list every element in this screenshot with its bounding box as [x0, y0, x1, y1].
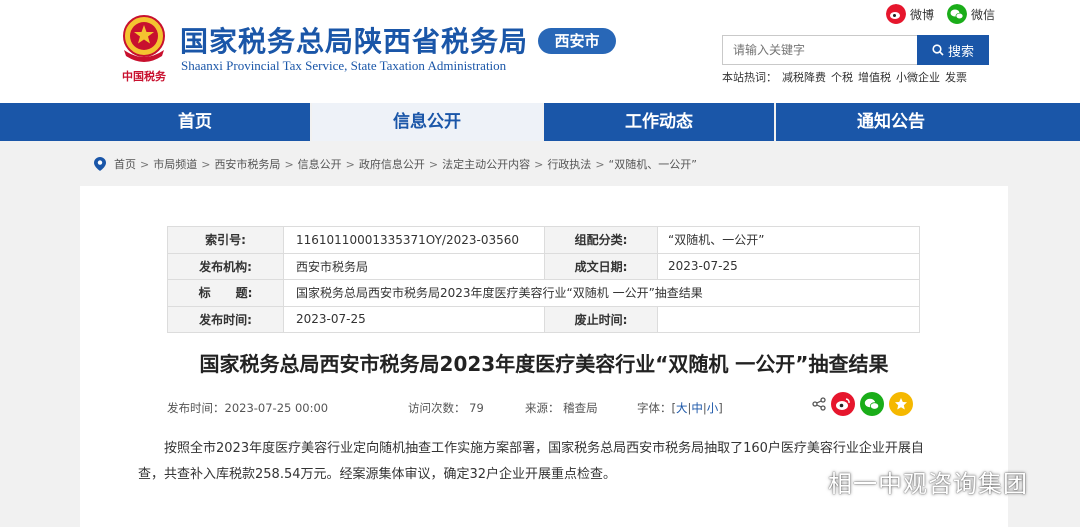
org-value: 西安市税务局: [283, 252, 545, 280]
date-value: 2023-07-25: [657, 252, 920, 280]
share-weibo-button[interactable]: [831, 392, 855, 416]
main-nav: 首页 信息公开 工作动态 通知公告: [0, 103, 1080, 141]
breadcrumb-item-current[interactable]: “双随机、一公开”: [609, 156, 697, 172]
index-value: 11610110001335371OY/2023-03560: [283, 226, 545, 254]
hotword-link[interactable]: 减税降费: [782, 69, 826, 85]
search-button[interactable]: 搜索: [917, 35, 989, 65]
search-icon: [932, 44, 944, 56]
nav-item-work-news[interactable]: 工作动态: [544, 103, 774, 141]
expire-label: 废止时间:: [544, 305, 658, 333]
breadcrumb-item[interactable]: 信息公开: [298, 156, 342, 172]
breadcrumb-item[interactable]: 首页: [114, 156, 136, 172]
breadcrumb-item[interactable]: 行政执法: [547, 156, 591, 172]
breadcrumb-item[interactable]: 西安市税务局: [214, 156, 280, 172]
search-input[interactable]: [722, 35, 918, 65]
pub-label: 发布时间:: [167, 305, 284, 333]
site-header: 中国税务 国家税务总局陕西省税务局 Shaanxi Provincial Tax…: [0, 0, 1080, 103]
breadcrumb: 首页 > 市局频道 > 西安市税务局 > 信息公开 > 政府信息公开 > 法定主动公开内容…: [94, 156, 697, 172]
index-label: 索引号:: [167, 226, 284, 254]
hotword-link[interactable]: 个税: [831, 69, 853, 85]
font-label: 字体：: [637, 401, 672, 415]
hotword-link[interactable]: 发票: [945, 69, 967, 85]
svg-text:中国税务: 中国税务: [122, 69, 167, 83]
table-row: 发布机构: 西安市税务局 成文日期: 2023-07-25: [167, 252, 920, 280]
metadata-table: 索引号: 11610110001335371OY/2023-03560 组配分类…: [167, 226, 920, 333]
category-label: 组配分类:: [544, 226, 658, 254]
breadcrumb-separator: >: [284, 157, 294, 171]
breadcrumb-separator: >: [345, 157, 355, 171]
nav-item-info-disclosure[interactable]: 信息公开: [312, 103, 542, 141]
title-label: 标 题:: [167, 279, 284, 307]
favorite-button[interactable]: [889, 392, 913, 416]
breadcrumb-separator: >: [201, 157, 211, 171]
hotword-link[interactable]: 小微企业: [896, 69, 940, 85]
weibo-icon: [886, 4, 906, 24]
share-bar: [812, 392, 913, 416]
tax-emblem-logo[interactable]: 中国税务: [116, 10, 172, 86]
table-row: 标 题: 国家税务总局西安市税务局2023年度医疗美容行业“双随机 一公开”抽查…: [167, 279, 920, 307]
font-large-button[interactable]: 大: [676, 401, 688, 415]
city-badge[interactable]: 西安市: [538, 28, 616, 54]
site-title: 国家税务总局陕西省税务局: [180, 25, 529, 58]
breadcrumb-item[interactable]: 市局频道: [153, 156, 197, 172]
watermark-text: 相一中观咨询集团: [828, 470, 1028, 498]
breadcrumb-item[interactable]: 政府信息公开: [359, 156, 425, 172]
breadcrumb-separator: >: [428, 157, 439, 171]
nav-item-notices[interactable]: 通知公告: [776, 103, 1006, 141]
weixin-label: 微信: [971, 7, 996, 22]
date-label: 成文日期:: [544, 252, 658, 280]
weibo-link[interactable]: 微博: [886, 4, 934, 24]
site-subtitle: Shaanxi Provincial Tax Service, State Ta…: [181, 58, 507, 73]
expire-value: [657, 305, 920, 333]
article-source: 来源： 稽查局: [525, 401, 598, 415]
font-size-control: 字体：[大|中|小]: [637, 401, 723, 415]
hotwords: 本站热词： 减税降费 个税 增值税 小微企业 发票: [722, 69, 967, 85]
breadcrumb-separator: >: [140, 157, 150, 171]
weixin-icon: [947, 4, 967, 24]
article-title: 国家税务总局西安市税务局2023年度医疗美容行业“双随机 一公开”抽查结果: [199, 352, 889, 376]
nav-item-home[interactable]: 首页: [80, 103, 310, 141]
table-row: 发布时间: 2023-07-25 废止时间:: [167, 305, 920, 333]
share-icon[interactable]: [812, 397, 826, 411]
breadcrumb-separator: >: [595, 157, 605, 171]
share-weixin-button[interactable]: [860, 392, 884, 416]
publish-time: 发布时间：2023-07-25 00:00: [167, 401, 329, 415]
watermark: 相一中观咨询集团: [788, 464, 1028, 499]
pub-value: 2023-07-25: [283, 305, 545, 333]
font-medium-button[interactable]: 中: [691, 401, 703, 415]
weixin-link[interactable]: 微信: [947, 4, 995, 24]
category-value: “双随机、一公开”: [657, 226, 920, 254]
location-pin-icon: [94, 157, 106, 171]
hotwords-label: 本站热词：: [722, 71, 777, 84]
font-small-button[interactable]: 小: [707, 401, 719, 415]
star-icon: [895, 398, 907, 410]
weibo-label: 微博: [910, 7, 935, 22]
weixin-icon: [864, 398, 880, 410]
wechat-logo-icon: [788, 470, 819, 493]
search-button-label: 搜索: [947, 44, 974, 60]
hotword-link[interactable]: 增值税: [858, 69, 891, 85]
visit-count: 访问次数： 79: [408, 401, 484, 415]
title-value: 国家税务总局西安市税务局2023年度医疗美容行业“双随机 一公开”抽查结果: [283, 279, 920, 307]
breadcrumb-separator: >: [534, 157, 544, 171]
breadcrumb-item[interactable]: 法定主动公开内容: [442, 156, 530, 172]
weibo-icon: [836, 398, 850, 410]
org-label: 发布机构:: [167, 252, 284, 280]
table-row: 索引号: 11610110001335371OY/2023-03560 组配分类…: [167, 226, 920, 254]
